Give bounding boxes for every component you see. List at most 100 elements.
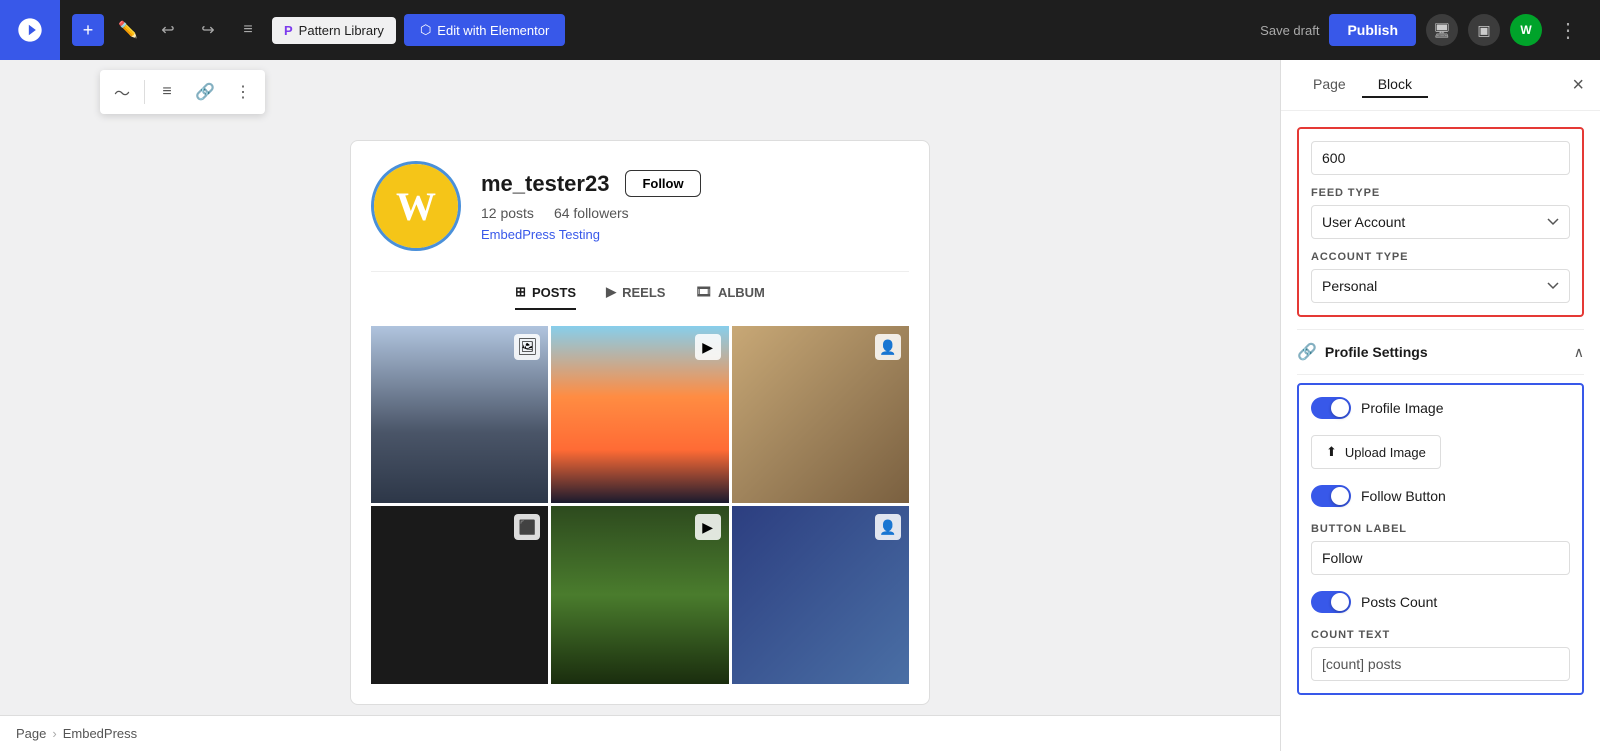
sidebar-toggle-button[interactable]: ▣ — [1468, 14, 1500, 46]
profile-settings-label: Profile Settings — [1325, 344, 1428, 360]
reels-icon: ▶ — [606, 284, 616, 300]
profile-settings-left: 🔗 Profile Settings — [1297, 342, 1428, 362]
button-label-section: BUTTON LABEL — [1311, 523, 1570, 535]
follow-button-toggle-row: Follow Button — [1311, 485, 1570, 507]
ig-stats: 12 posts 64 followers — [481, 205, 909, 221]
tab-posts[interactable]: ⊞ POSTS — [515, 284, 576, 310]
avatar: W — [371, 161, 461, 251]
feed-settings-section: FEED TYPE User Account Hashtag ACCOUNT T… — [1297, 127, 1584, 317]
toggle-knob — [1331, 399, 1349, 417]
follow-button-label: Follow Button — [1361, 488, 1446, 504]
ig-profile-header: W me_tester23 Follow 12 posts 64 followe… — [371, 161, 909, 251]
profile-settings-header[interactable]: 🔗 Profile Settings ∧ — [1297, 329, 1584, 375]
follow-input[interactable] — [1311, 541, 1570, 575]
upload-icon: ⬆ — [1326, 444, 1337, 460]
posts-tab-label: POSTS — [532, 285, 576, 300]
count-text-input[interactable] — [1311, 647, 1570, 681]
add-block-button[interactable]: + — [72, 14, 104, 46]
elementor-icon: ⬡ — [420, 22, 431, 38]
publish-button[interactable]: Publish — [1329, 14, 1416, 46]
tab-reels[interactable]: ▶ REELS — [606, 284, 665, 310]
ig-follow-button[interactable]: Follow — [625, 170, 700, 197]
feed-type-select[interactable]: User Account Hashtag — [1311, 205, 1570, 239]
block-list-tool[interactable]: ≡ — [149, 74, 185, 110]
pattern-library-button[interactable]: P Pattern Library — [272, 17, 396, 44]
profile-image-section: Profile Image ⬆ Upload Image Follow Butt… — [1297, 383, 1584, 695]
block-more-tool[interactable]: ⋮ — [225, 74, 261, 110]
main-content-area: W me_tester23 Follow 12 posts 64 followe… — [0, 60, 1280, 715]
posts-count-label: Posts Count — [1361, 594, 1437, 610]
ig-tabs: ⊞ POSTS ▶ REELS 🎞 ALBUM — [371, 271, 909, 310]
toolbar-divider — [144, 80, 145, 104]
main-toolbar: + ✏️ ↩ ↪ ≡ P Pattern Library ⬡ Edit with… — [0, 0, 1600, 60]
panel-body: FEED TYPE User Account Hashtag ACCOUNT T… — [1281, 111, 1600, 723]
profile-image-label: Profile Image — [1361, 400, 1443, 416]
toolbar-right-group: Save draft Publish 🖥 ▣ W ⋮ — [1260, 14, 1600, 46]
grid-item-2: ▶ — [551, 326, 728, 503]
grid-item-5: ▶ — [551, 506, 728, 683]
posts-count-toggle[interactable] — [1311, 591, 1351, 613]
ig-bio: EmbedPress Testing — [481, 227, 909, 242]
account-type-label: ACCOUNT TYPE — [1311, 251, 1570, 263]
grid-overlay-6: 👤 — [875, 514, 901, 540]
block-toolbar: 〜 ≡ 🔗 ⋮ — [100, 70, 265, 114]
tab-block[interactable]: Block — [1362, 72, 1428, 98]
account-type-select[interactable]: Personal Business — [1311, 269, 1570, 303]
redo-button[interactable]: ↪ — [192, 14, 224, 46]
wp-icon — [16, 16, 44, 44]
album-icon: 🎞 — [695, 284, 712, 300]
pattern-library-label: Pattern Library — [299, 23, 384, 38]
more-options-button[interactable]: ⋮ — [1552, 14, 1584, 46]
ig-image-grid: 🖼 ▶ 👤 ⬛ ▶ 👤 — [371, 326, 909, 684]
grid-item-3: 👤 — [732, 326, 909, 503]
status-bar: Page › EmbedPress — [0, 715, 1280, 751]
avatar-image: W — [374, 164, 458, 248]
profile-settings-icon: 🔗 — [1297, 342, 1317, 362]
profile-image-toggle-row: Profile Image — [1311, 397, 1570, 419]
grid-overlay-1: 🖼 — [514, 334, 540, 360]
ig-username: me_tester23 — [481, 171, 609, 197]
profile-image-toggle[interactable] — [1311, 397, 1351, 419]
count-text-label: COUNT TEXT — [1311, 629, 1570, 641]
panel-header: Page Block × — [1281, 60, 1600, 111]
follow-toggle-knob — [1331, 487, 1349, 505]
instagram-embed: W me_tester23 Follow 12 posts 64 followe… — [350, 140, 930, 705]
edit-icon-button[interactable]: ✏️ — [112, 14, 144, 46]
panel-tabs: Page Block — [1297, 72, 1428, 98]
monitor-icon-button[interactable]: 🖥 — [1426, 14, 1458, 46]
width-input[interactable] — [1311, 141, 1570, 175]
grid-item-6: 👤 — [732, 506, 909, 683]
ig-profile-info: me_tester23 Follow 12 posts 64 followers… — [481, 170, 909, 242]
grid-overlay-2: ▶ — [695, 334, 721, 360]
breadcrumb-embedpress: EmbedPress — [63, 726, 137, 741]
right-panel: Page Block × FEED TYPE User Account Hash… — [1280, 60, 1600, 751]
save-draft-button[interactable]: Save draft — [1260, 23, 1319, 38]
grid-item-4: ⬛ — [371, 506, 548, 683]
panel-close-button[interactable]: × — [1572, 74, 1584, 97]
grid-overlay-4: ⬛ — [514, 514, 540, 540]
elementor-button[interactable]: ⬡ Edit with Elementor — [404, 14, 565, 46]
block-curve-tool[interactable]: 〜 — [104, 74, 140, 110]
breadcrumb-page: Page — [16, 726, 46, 741]
breadcrumb-separator: › — [52, 726, 56, 741]
album-tab-label: ALBUM — [718, 285, 765, 300]
toolbar-left-group: + ✏️ ↩ ↪ ≡ P Pattern Library ⬡ Edit with… — [60, 14, 577, 46]
posts-count-toggle-row: Posts Count — [1311, 591, 1570, 613]
pattern-library-icon: P — [284, 23, 293, 38]
upload-image-label: Upload Image — [1345, 445, 1426, 460]
grid-overlay-3: 👤 — [875, 334, 901, 360]
ig-username-row: me_tester23 Follow — [481, 170, 909, 197]
tab-album[interactable]: 🎞 ALBUM — [695, 284, 764, 310]
details-button[interactable]: ≡ — [232, 14, 264, 46]
grid-item-1: 🖼 — [371, 326, 548, 503]
upload-image-button[interactable]: ⬆ Upload Image — [1311, 435, 1441, 469]
user-account-button[interactable]: W — [1510, 14, 1542, 46]
elementor-label: Edit with Elementor — [437, 23, 549, 38]
follow-button-toggle[interactable] — [1311, 485, 1351, 507]
posts-count-knob — [1331, 593, 1349, 611]
chevron-up-icon: ∧ — [1574, 344, 1584, 361]
posts-icon: ⊞ — [515, 284, 526, 300]
block-link-tool[interactable]: 🔗 — [187, 74, 223, 110]
undo-button[interactable]: ↩ — [152, 14, 184, 46]
tab-page[interactable]: Page — [1297, 72, 1362, 98]
